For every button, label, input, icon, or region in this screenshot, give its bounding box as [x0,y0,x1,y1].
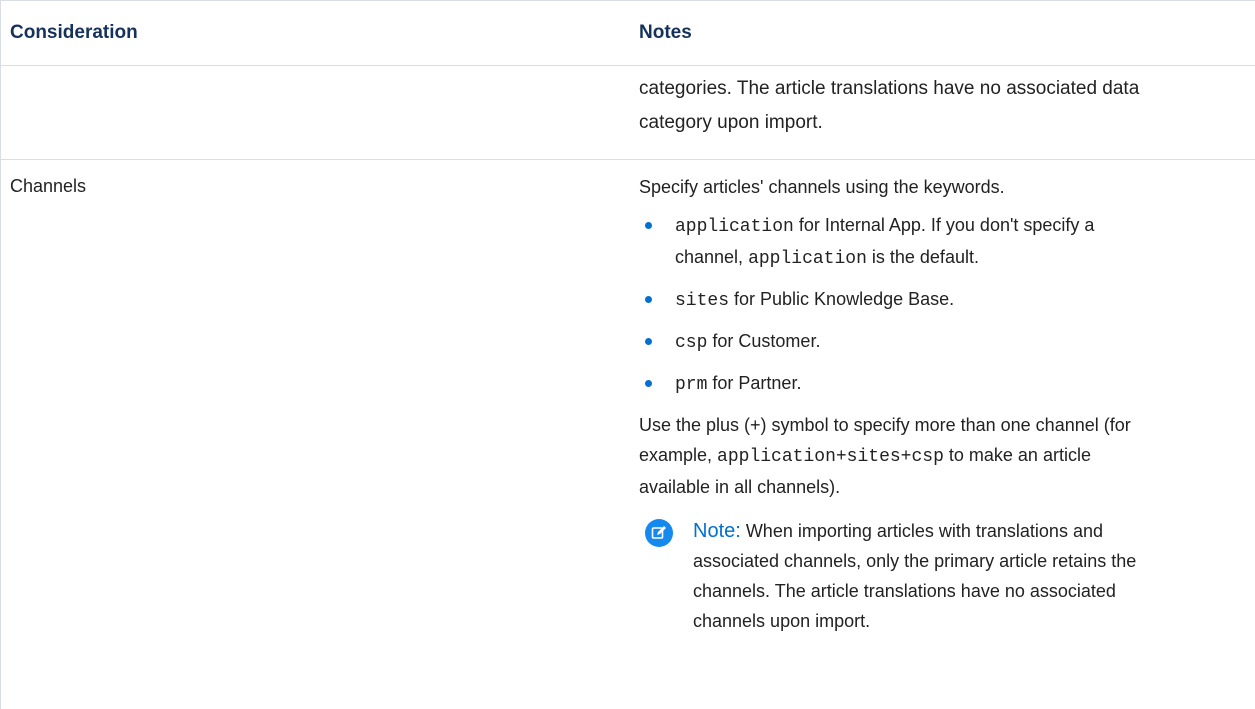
para-line3: available in all channels). [639,477,841,497]
row1-notes-line1: categories. The article translations hav… [639,78,1140,99]
list-item: csp for Customer. [639,326,1254,358]
considerations-table: Consideration Notes categories. The arti… [0,0,1255,709]
bullet-text: for Internal App. If you don't specify a [793,215,1095,235]
multi-channel-paragraph: Use the plus (+) symbol to specify more … [639,410,1254,502]
keyword-code: sites [675,291,730,311]
edit-note-icon [645,519,673,547]
para-text: example, [639,445,718,465]
header-consideration: Consideration [10,22,138,43]
note-text: When importing articles with translation… [740,521,1103,541]
bullet-icon [645,380,652,387]
bullet-text: for Public Knowledge Base. [729,289,955,309]
table-row: Channels Specify articles' channels usin… [1,160,1255,709]
table-header-row: Consideration Notes [1,0,1255,66]
keyword-code: prm [675,375,708,395]
bullet-text: is the default. [866,247,979,267]
note-label: Note: [693,520,741,542]
list-item: application for Internal App. If you don… [639,210,1254,274]
keyword-code: application [748,249,867,269]
list-item: sites for Public Knowledge Base. [639,284,1254,316]
row1-notes-line2: category upon import. [639,112,823,133]
bullet-text: channel, [675,247,749,267]
table-row: categories. The article translations hav… [1,66,1255,160]
document-page: Consideration Notes categories. The arti… [0,0,1255,709]
row2-consideration: Channels [10,176,87,196]
channels-list: application for Internal App. If you don… [639,210,1254,400]
para-line1: Use the plus (+) symbol to specify more … [639,415,1131,435]
keyword-code: csp [675,333,708,353]
list-item: prm for Partner. [639,368,1254,400]
header-notes: Notes [639,22,692,43]
note-callout: Note: When importing articles with trans… [639,516,1254,636]
bullet-icon [645,338,652,345]
bullet-text: for Customer. [707,331,821,351]
channels-intro: Specify articles' channels using the key… [639,177,1005,197]
pencil-square-icon [651,526,666,539]
row2-notes: Specify articles' channels using the key… [639,176,1254,636]
para-text: to make an article [943,445,1091,465]
bullet-icon [645,296,652,303]
keyword-code: application+sites+csp [717,447,944,467]
note-text: associated channels, only the primary ar… [693,551,1137,571]
note-text: channels. The article translations have … [693,581,1116,601]
note-text: channels upon import. [693,611,871,631]
keyword-code: application [675,217,794,237]
bullet-icon [645,222,652,229]
bullet-text: for Partner. [707,373,802,393]
row1-notes: categories. The article translations hav… [639,72,1249,140]
